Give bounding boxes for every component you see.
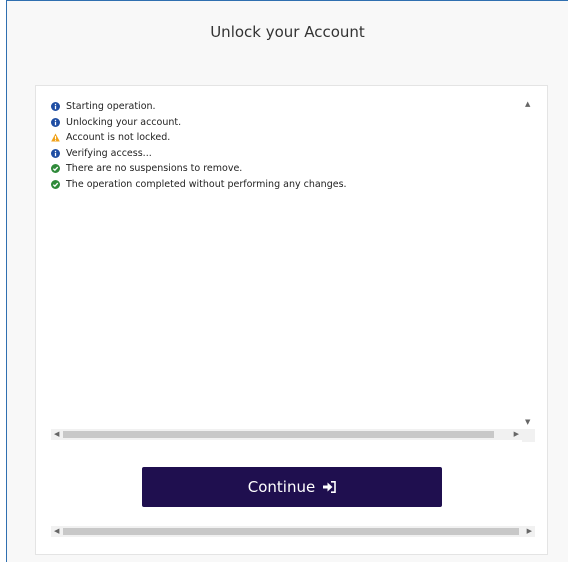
operation-log: Starting operation. Unlocking your accou…: [51, 99, 526, 192]
info-icon: [51, 148, 60, 158]
log-item: There are no suspensions to remove.: [51, 161, 526, 177]
window-title: Unlock your Account: [210, 23, 365, 41]
scrollbar-corner: [522, 429, 535, 442]
log-horizontal-scrollbar[interactable]: ◀ ▶: [51, 429, 522, 440]
sign-in-icon: [323, 481, 337, 493]
log-item: Verifying access...: [51, 146, 526, 162]
log-item-text: The operation completed without performi…: [66, 178, 347, 190]
check-icon: [51, 179, 60, 189]
log-item: Account is not locked.: [51, 130, 526, 146]
page-scroll-thumb[interactable]: [63, 528, 519, 535]
log-item-text: Account is not locked.: [66, 132, 171, 144]
scroll-right-icon[interactable]: ▶: [514, 429, 519, 440]
scroll-up-icon[interactable]: ▲: [525, 99, 530, 110]
continue-label: Continue: [247, 478, 316, 496]
scroll-left-icon[interactable]: ◀: [54, 429, 59, 440]
info-icon: [51, 117, 60, 127]
log-item: Unlocking your account.: [51, 115, 526, 131]
page-horizontal-scrollbar[interactable]: ◀ ▶: [51, 526, 535, 537]
unlock-account-window: Unlock your Account Starting operation. …: [6, 0, 568, 562]
log-item: The operation completed without performi…: [51, 177, 526, 193]
info-icon: [51, 102, 60, 112]
log-item: Starting operation.: [51, 99, 526, 115]
continue-button[interactable]: Continue: [142, 467, 442, 507]
warning-icon: [51, 133, 60, 142]
scroll-right-icon[interactable]: ▶: [527, 526, 532, 537]
log-item-text: Verifying access...: [66, 147, 152, 159]
log-item-text: There are no suspensions to remove.: [66, 163, 243, 175]
log-vertical-scrollbar[interactable]: ▲ ▼: [521, 99, 535, 429]
log-item-text: Unlocking your account.: [66, 116, 182, 128]
scroll-down-icon[interactable]: ▼: [525, 417, 530, 428]
scroll-left-icon[interactable]: ◀: [54, 526, 59, 537]
log-scroll-thumb[interactable]: [63, 431, 494, 438]
check-icon: [51, 164, 60, 174]
log-item-text: Starting operation.: [66, 101, 156, 113]
content-panel: Starting operation. Unlocking your accou…: [35, 85, 548, 555]
